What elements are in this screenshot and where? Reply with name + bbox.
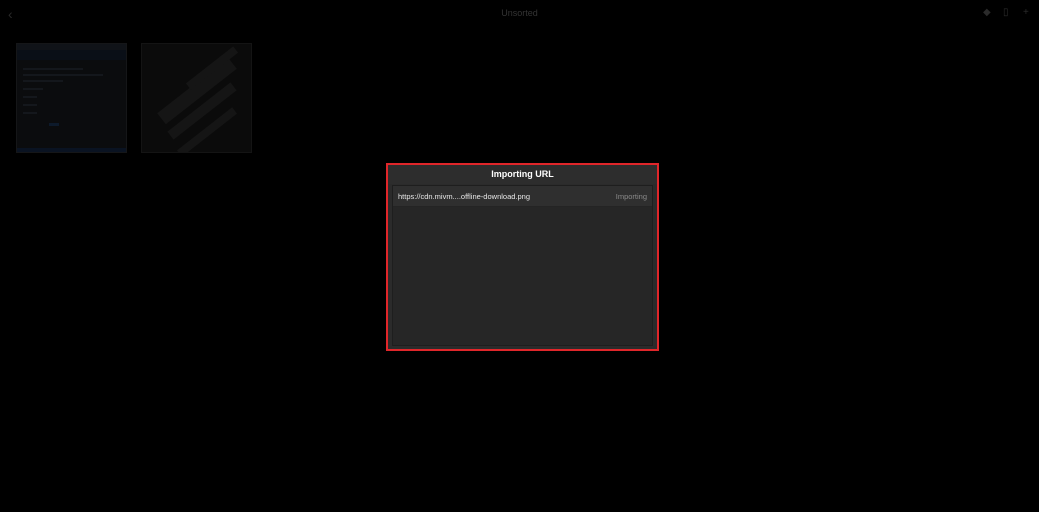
thumb-line	[23, 112, 37, 114]
thumb-footer	[17, 148, 126, 152]
thumb-line	[23, 68, 83, 70]
add-icon[interactable]: +	[1023, 8, 1033, 18]
dialog-title: Importing URL	[388, 165, 657, 184]
thumb-button	[49, 123, 59, 126]
import-item[interactable]: https://cdn.mivm....offline-download.png…	[393, 186, 652, 207]
tag-icon[interactable]: ◆	[983, 8, 993, 18]
thumb-line	[23, 80, 63, 82]
thumb-bar	[17, 50, 126, 60]
thumb-line	[23, 104, 37, 106]
thumb-line	[23, 96, 37, 98]
thumb-line	[23, 88, 43, 90]
thumb-line	[23, 74, 103, 76]
import-status: Importing	[615, 192, 647, 201]
top-actions: ◆ ▯ +	[983, 8, 1033, 18]
page-title: Unsorted	[501, 8, 538, 18]
trash-icon[interactable]: ▯	[1003, 8, 1013, 18]
photo-shape	[176, 107, 238, 152]
thumbnail-screenshot[interactable]	[16, 43, 127, 153]
import-list: https://cdn.mivm....offline-download.png…	[392, 185, 653, 346]
thumbnail-photo[interactable]	[141, 43, 252, 153]
import-url: https://cdn.mivm....offline-download.png	[398, 192, 531, 201]
import-url-dialog: Importing URL https://cdn.mivm....offlin…	[386, 163, 659, 351]
top-bar: ‹ Unsorted ◆ ▯ +	[0, 0, 1039, 28]
thumbnail-grid	[16, 43, 252, 153]
